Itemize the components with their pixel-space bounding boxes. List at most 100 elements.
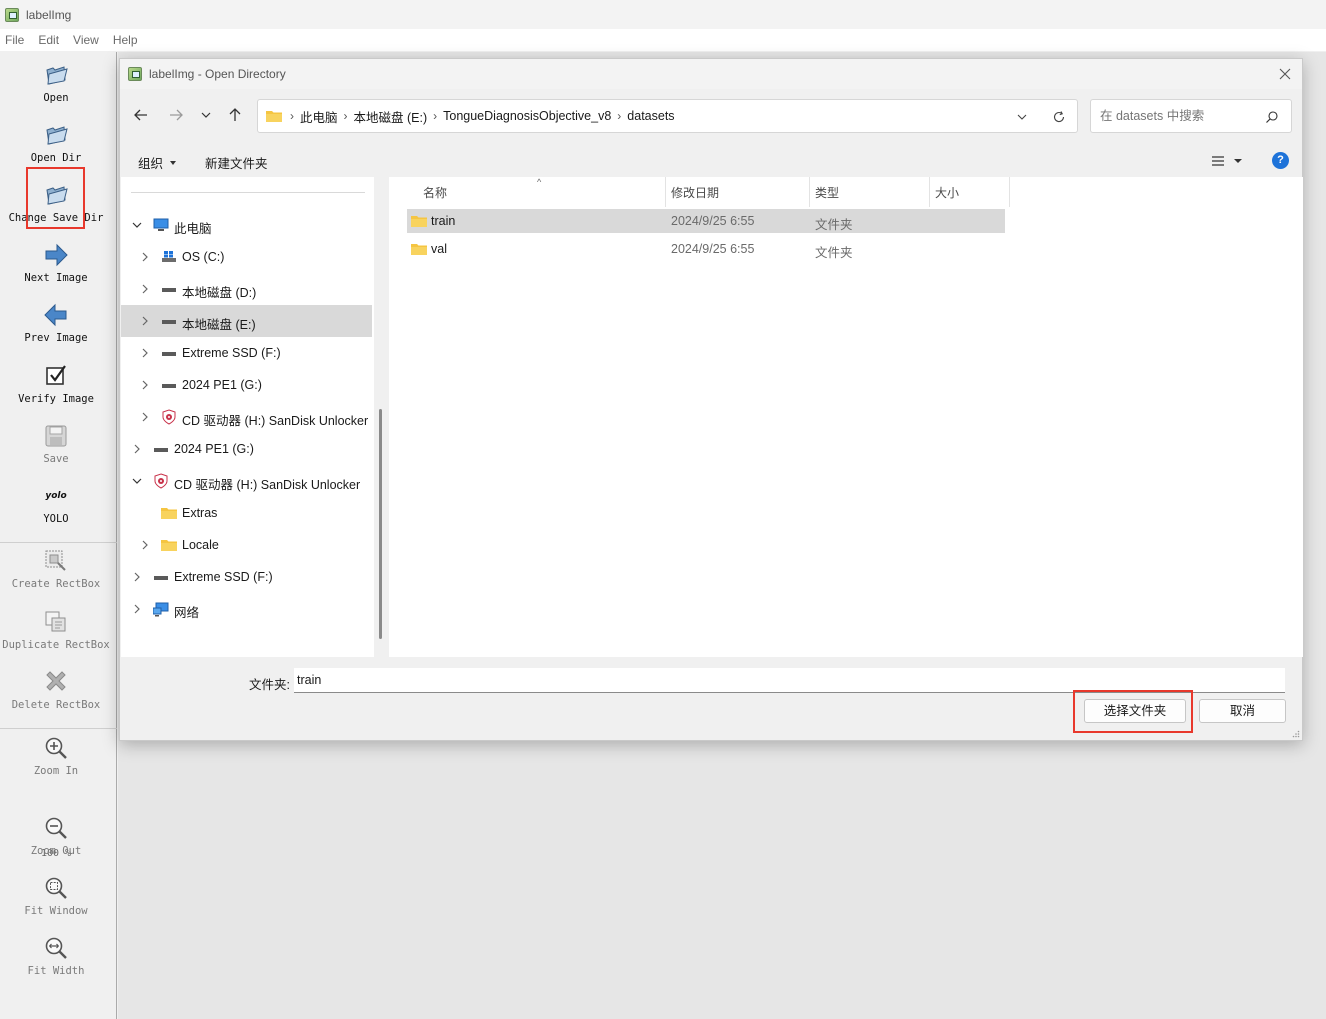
delete-rectbox-button[interactable]: Delete RectBox [0, 669, 112, 711]
search-box[interactable] [1090, 99, 1292, 133]
chevron-right-icon[interactable] [140, 380, 150, 390]
menu-edit[interactable]: Edit [33, 33, 64, 47]
fit-window-label: Fit Window [24, 905, 88, 917]
chevron-right-icon[interactable] [132, 604, 142, 614]
recent-locations-chevron-icon[interactable] [194, 103, 218, 127]
verify-image-button[interactable]: Verify Image [0, 363, 112, 405]
breadcrumb-drive-e[interactable]: 本地磁盘 (E:) [354, 107, 428, 126]
column-header-modified[interactable]: 修改日期 [671, 177, 719, 207]
tree-item-extras[interactable]: Extras [121, 497, 372, 529]
help-icon[interactable]: ? [1272, 152, 1289, 169]
search-input[interactable] [1100, 109, 1260, 123]
menu-help[interactable]: Help [108, 33, 143, 47]
tree-item-this-pc[interactable]: 此电脑 [121, 209, 372, 241]
yolo-label: YOLO [43, 513, 69, 525]
column-header-size[interactable]: 大小 [935, 177, 959, 207]
chevron-right-icon[interactable] [140, 284, 150, 294]
new-folder-button[interactable]: 新建文件夹 [205, 153, 268, 172]
drive-icon [162, 320, 176, 324]
labelimg-app-icon [128, 67, 142, 81]
breadcrumb-separator: › [617, 109, 622, 123]
dialog-title: labelImg - Open Directory [149, 67, 286, 81]
open-label: Open [43, 92, 69, 104]
tree-item-drive-d[interactable]: 本地磁盘 (D:) [121, 273, 372, 305]
chevron-down-icon[interactable] [132, 220, 142, 230]
up-arrow-icon[interactable] [223, 103, 247, 127]
search-icon[interactable] [1265, 110, 1279, 124]
column-header-type[interactable]: 类型 [815, 177, 839, 207]
address-bar[interactable]: › 此电脑 › 本地磁盘 (E:) › TongueDiagnosisObjec… [257, 99, 1078, 133]
file-row-train[interactable]: train 2024/9/25 6:55 文件夹 [407, 209, 1005, 233]
tree-label: 此电脑 [174, 222, 212, 236]
chevron-right-icon[interactable] [132, 444, 142, 454]
drive-icon [162, 352, 176, 356]
open-dir-button[interactable]: Open Dir [0, 122, 112, 164]
column-separator[interactable] [809, 177, 810, 207]
back-arrow-icon[interactable] [129, 103, 153, 127]
checkbox-icon [46, 365, 66, 385]
next-image-label: Next Image [24, 272, 88, 284]
fit-window-button[interactable]: Fit Window [0, 875, 112, 917]
fit-width-button[interactable]: Fit Width [0, 935, 112, 977]
chevron-right-icon[interactable] [140, 252, 150, 262]
prev-image-button[interactable]: Prev Image [0, 302, 112, 344]
yolo-format-button[interactable]: yolo YOLO [0, 483, 112, 525]
chevron-right-icon[interactable] [140, 348, 150, 358]
menu-view[interactable]: View [68, 33, 104, 47]
chevron-down-icon[interactable] [132, 476, 142, 486]
resize-grip-icon[interactable] [1292, 730, 1300, 738]
column-separator[interactable] [1009, 177, 1010, 207]
dialog-titlebar: labelImg - Open Directory [120, 59, 1302, 89]
tree-item-os-c[interactable]: OS (C:) [121, 241, 372, 273]
tree-item-network[interactable]: 网络 [121, 593, 372, 625]
save-button[interactable]: Save [0, 423, 112, 465]
tree-label: 本地磁盘 (D:) [182, 286, 257, 300]
tree-item-drive-g[interactable]: 2024 PE1 (G:) [121, 433, 372, 465]
column-separator[interactable] [929, 177, 930, 207]
tree-item-cd-drive-h[interactable]: CD 驱动器 (H:) SanDisk Unlocker [121, 465, 372, 497]
tree-item-cd-drive-h[interactable]: CD 驱动器 (H:) SanDisk Unlocker [121, 401, 372, 433]
menu-file[interactable]: File [0, 33, 29, 47]
tree-item-locale[interactable]: Locale [121, 529, 372, 561]
tree-item-drive-f[interactable]: Extreme SSD (F:) [121, 337, 372, 369]
computer-icon [153, 218, 169, 231]
forward-arrow-icon[interactable] [164, 103, 188, 127]
chevron-right-icon[interactable] [140, 316, 150, 326]
tree-item-drive-g[interactable]: 2024 PE1 (G:) [121, 369, 372, 401]
navigation-pane-scrollbar[interactable] [379, 409, 382, 639]
tree-label: Locale [182, 538, 219, 552]
duplicate-rectbox-button[interactable]: Duplicate RectBox [0, 609, 112, 651]
refresh-icon[interactable] [1051, 109, 1067, 125]
create-rectbox-button[interactable]: Create RectBox [0, 548, 112, 590]
breadcrumb-this-pc[interactable]: 此电脑 [300, 107, 338, 126]
drive-icon [154, 448, 168, 452]
menubar: File Edit View Help [0, 29, 1326, 51]
cd-drive-icon [162, 409, 176, 425]
organize-menu-button[interactable]: 组织 [138, 153, 178, 172]
navigation-pane: 此电脑 OS (C:) 本地磁盘 (D:) 本地磁盘 (E:) Extreme … [121, 177, 374, 657]
tree-item-drive-f[interactable]: Extreme SSD (F:) [121, 561, 372, 593]
caret-down-icon [170, 160, 177, 165]
zoom-in-button[interactable]: Zoom In [0, 735, 112, 777]
chevron-right-icon[interactable] [140, 412, 150, 422]
view-options-icon[interactable] [1210, 152, 1246, 170]
cancel-button[interactable]: 取消 [1199, 699, 1286, 723]
zoom-in-icon [45, 737, 67, 759]
breadcrumb-project[interactable]: TongueDiagnosisObjective_v8 [443, 109, 611, 123]
chevron-down-icon[interactable] [1015, 110, 1029, 124]
column-separator[interactable] [665, 177, 666, 207]
tree-label: OS (C:) [182, 250, 225, 264]
create-rect-icon [45, 550, 66, 571]
next-image-button[interactable]: Next Image [0, 242, 112, 284]
breadcrumb-datasets[interactable]: datasets [627, 109, 674, 123]
tree-item-drive-e[interactable]: 本地磁盘 (E:) [121, 305, 372, 337]
close-icon[interactable] [1276, 65, 1294, 83]
file-row-val[interactable]: val 2024/9/25 6:55 文件夹 [407, 237, 1005, 261]
column-header-name[interactable]: 名称 [423, 177, 447, 207]
open-button[interactable]: Open [0, 62, 112, 104]
chevron-right-icon[interactable] [132, 572, 142, 582]
tree-label: 2024 PE1 (G:) [174, 442, 254, 456]
chevron-right-icon[interactable] [140, 540, 150, 550]
zoom-out-button[interactable]: Zoom Out [0, 815, 112, 857]
tree-label: Extreme SSD (F:) [182, 346, 281, 360]
